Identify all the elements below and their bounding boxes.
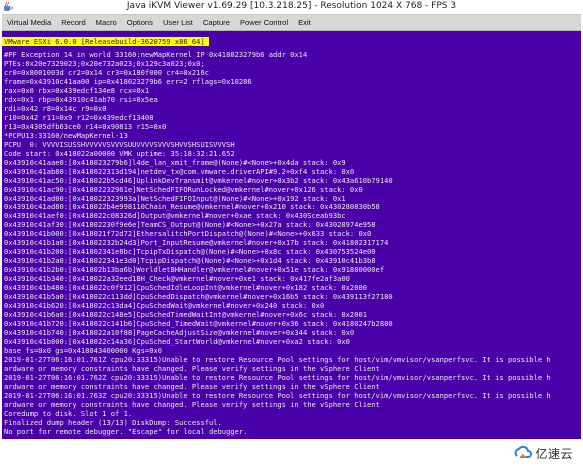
console-line: PCPU 0: VVVVISUSSHVVVVVSVVVSUUVVVVSVVVSH… bbox=[4, 139, 235, 149]
menu-record[interactable]: Record bbox=[56, 15, 90, 30]
menu-exit[interactable]: Exit bbox=[293, 15, 316, 30]
console-line: rdx=0x1 rbp=0x43910c41ab70 rsi=0x5ea bbox=[4, 94, 158, 104]
console-line: No port for remote debugger. "Escape" fo… bbox=[4, 426, 248, 436]
console-line: rax=0x0 rbx=0x439edcf134e8 rcx=0x1 bbox=[4, 85, 150, 95]
console-line: 0x43910c41b620:[0x418022c13da4]CpuSchedW… bbox=[4, 301, 325, 311]
console-line: r13=0x4305dfb63ce0 r14=0x90813 r15=0x0 bbox=[4, 121, 167, 131]
console-line: rdi=0x42 r8=0x14c r9=0x0 bbox=[4, 103, 107, 113]
console-line: 0x43910c41b6a0:[0x418022c148e5]CpuSchedT… bbox=[4, 310, 368, 320]
console-line: 0x43910c41b200:[0x41802341e8bc]TcpipTxDi… bbox=[4, 247, 376, 257]
console-line: 0x43910c41ac90:[0x41802232961e]NetSchedF… bbox=[4, 184, 363, 194]
console-line: ardware or memory constraints have chang… bbox=[4, 399, 380, 409]
console-line: 0x43910c41b000:[0x418021f72d72]Ethersali… bbox=[4, 229, 372, 239]
console-line: 0x43910c41aef0:[0x418022c08326d]Output@v… bbox=[4, 211, 346, 221]
console-line: 0x43910c41b720:[0x418022c141b6]CpuSched_… bbox=[4, 319, 393, 329]
console-line: Coredump to disk. Slot 1 of 1. bbox=[4, 408, 133, 418]
watermark-text: 亿速云 bbox=[535, 446, 573, 461]
console-line: 0x43910c41af30:[0x41802230f9e6e]TeamCS_O… bbox=[4, 220, 376, 230]
console-line: 0x43910c41ac50:[0x418022b5cd46]UplinkDev… bbox=[4, 175, 393, 185]
yisu-cloud-logo-icon bbox=[515, 445, 533, 459]
menu-options[interactable]: Options bbox=[122, 15, 158, 30]
console-line: 0x43910c41ab80:[0x418022313d194]netdev_t… bbox=[4, 166, 355, 176]
console-line: 2019-01-27T06:16:01.761Z cpu20:33315)Una… bbox=[4, 354, 551, 364]
console-line: ardware or memory constraints have chang… bbox=[4, 381, 380, 391]
window-title: Java iKVM Viewer v1.69.29 [10.3.218.25] … bbox=[126, 1, 457, 11]
console-line: 0x43910c41b480:[0x418022c0f912]CpuSchedI… bbox=[4, 283, 368, 293]
remote-console-screen[interactable]: VMware ESXi 6.0.0 [Releasebuild-3620759 … bbox=[2, 31, 581, 439]
bottom-margin bbox=[0, 439, 583, 467]
console-line: 0x43910c41ad80:[0x418022b4e998110Chain_R… bbox=[4, 202, 380, 212]
kvm-viewer-window: Java iKVM Viewer v1.69.29 [10.3.218.25] … bbox=[0, 0, 583, 467]
menu-user-list[interactable]: User List bbox=[158, 15, 198, 30]
console-line: 0x43910c41b2b0:[0x41802b13ba6b]WorldletB… bbox=[4, 265, 385, 275]
console-line: 2019-01-27T06:16:01.763Z cpu20:33315)Una… bbox=[4, 390, 551, 400]
console-line: PTEs:0x20e7329023;0x20e732a023;0x129c3a0… bbox=[4, 58, 205, 68]
console-line: ardware or memory constraints have chang… bbox=[4, 363, 380, 373]
menu-power-control[interactable]: Power Control bbox=[235, 15, 293, 30]
console-line: 0x43910c41b740:[0x418022a10f88]PageCache… bbox=[4, 328, 355, 337]
console-line: 0x43910c41b340:[0x418022a32eed1BH_Check@… bbox=[4, 274, 350, 284]
menu-capture[interactable]: Capture bbox=[198, 15, 235, 30]
console-line: 0x43910c41b1a0:[0x41802232b24d3]Port_Inp… bbox=[4, 238, 389, 248]
console-line: 0x43910c41ad00:[0x418022323993a]NetSched… bbox=[4, 193, 346, 203]
console-line: base fs=0x0 gs=0x418043400000 Kgs=0x0 bbox=[4, 345, 163, 355]
console-line: Finalized dump header (13/13) DiskDump: … bbox=[4, 417, 222, 427]
console-banner-line: VMware ESXi 6.0.0 [Releasebuild-3620759 … bbox=[2, 37, 209, 46]
console-line: 0x43910c41b800:[0x418022c14a36]CpuSched_… bbox=[4, 337, 350, 346]
console-line: 0x43910c41b2a0:[0x418022341e3d0]TcpipDis… bbox=[4, 256, 376, 266]
console-line: *PCPU13:33160/newMapKernel-13 bbox=[4, 130, 128, 140]
console-line: Code start: 0x418022a00000 VMK uptime: 3… bbox=[4, 148, 235, 158]
console-line: 0x43910c41b5a0:[0x418022c113dd]CpuSchedD… bbox=[4, 292, 393, 302]
watermark-logo: 亿速云 bbox=[514, 445, 573, 461]
console-line: 0x43910c41aae0:[0x418023279b6]l4de_lan_x… bbox=[4, 157, 346, 167]
menu-virtual-media[interactable]: Virtual Media bbox=[2, 15, 56, 30]
console-line: cr0=0x8001003d cr2=0x14 cr3=0x180f000 cr… bbox=[4, 67, 209, 77]
menu-bar: Virtual Media Record Macro Options User … bbox=[2, 14, 581, 31]
console-line: frame=0x43910c41aa00 ip=0x418023279b6 er… bbox=[4, 76, 252, 86]
title-bar[interactable]: Java iKVM Viewer v1.69.29 [10.3.218.25] … bbox=[0, 0, 583, 13]
console-line: r10=0x42 r11=0x9 r12=0x439edcf13408 bbox=[4, 112, 154, 122]
menu-macro[interactable]: Macro bbox=[91, 15, 122, 30]
console-line: 2019-01-27T06:16:01.762Z cpu20:33315)Una… bbox=[4, 372, 551, 382]
console-line: #PF Exception 14 in world 33160:newMapKe… bbox=[4, 50, 308, 59]
